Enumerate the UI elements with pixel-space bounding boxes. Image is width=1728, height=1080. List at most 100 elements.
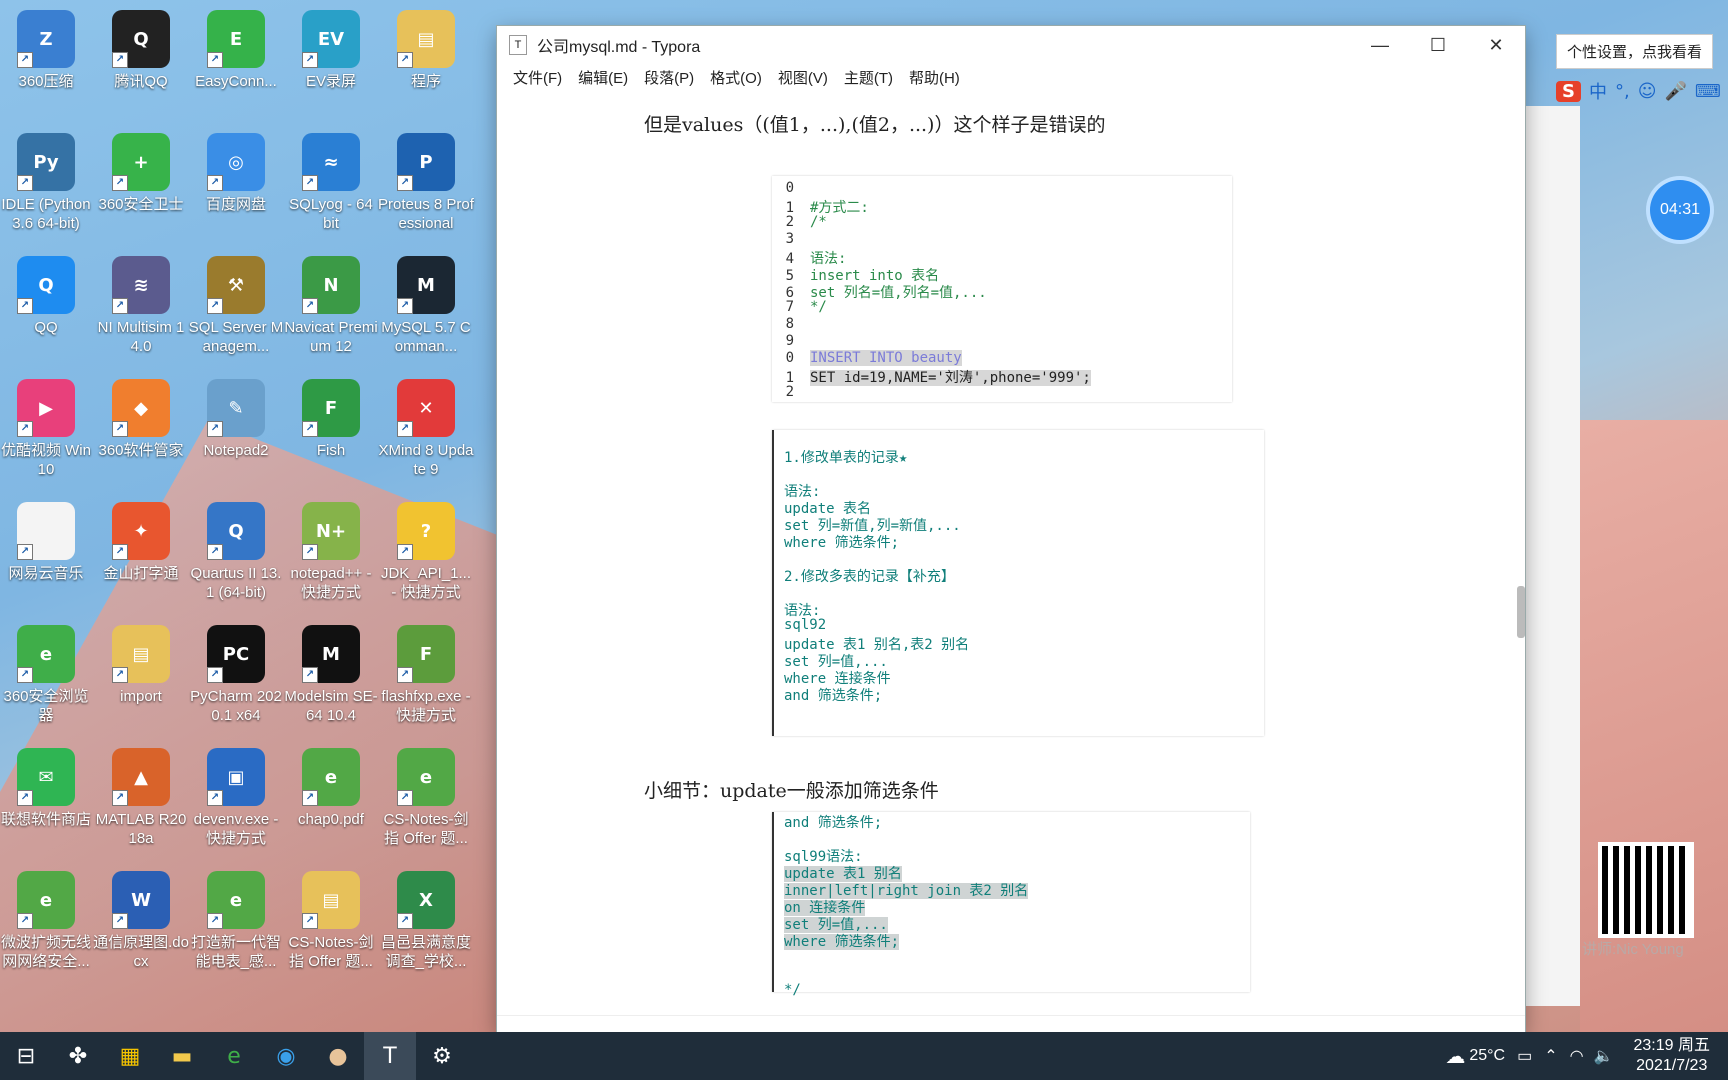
desktop-app-icon: F ↗ (397, 625, 455, 683)
desktop-icon[interactable]: X ↗ 昌邑县满意度调查_学校... (378, 863, 474, 981)
desktop-icon[interactable]: ⚒ ↗ SQL Server Managem... (188, 248, 284, 366)
task-view-icon[interactable]: ⊟ (0, 1032, 52, 1080)
paragraph-values-note[interactable]: 但是values（(值1，...),(值2，...)）这个样子是错误的 (644, 110, 1105, 137)
code-image-insert: 0 1 #方式二: 2/* 3 4 语法: 5 insert into 表名 6 set 列名=值,… (772, 176, 1232, 402)
desktop-icon[interactable]: ◎ ↗ 百度网盘 (188, 125, 284, 243)
app-icon[interactable]: ● (312, 1032, 364, 1080)
desktop-icon[interactable]: Q ↗ QQ (0, 248, 94, 366)
desktop-icon[interactable]: ✉ ↗ 联想软件商店 (0, 740, 94, 858)
desktop-icon[interactable]: Z ↗ 360压缩 (0, 2, 94, 120)
menu-view[interactable]: 视图(V) (778, 67, 828, 88)
typora-app-icon: T (509, 35, 527, 55)
desktop-icon[interactable]: e ↗ 微波扩频无线网网络安全... (0, 863, 94, 981)
desktop-icon[interactable]: Py ↗ IDLE (Python 3.6 64-bit) (0, 125, 94, 243)
desktop-icon[interactable]: M ↗ Modelsim SE-64 10.4 (283, 617, 379, 735)
battery-icon[interactable]: ▭ (1517, 1046, 1532, 1066)
desktop-icon[interactable]: ▤ ↗ import (93, 617, 189, 735)
desktop-icon[interactable]: ✕ ↗ XMind 8 Update 9 (378, 371, 474, 489)
desktop-icon[interactable]: ✦ ↗ 金山打字通 (93, 494, 189, 612)
desktop-icon[interactable]: ≈ ↗ SQLyog - 64 bit (283, 125, 379, 243)
desktop-icon-label: notepad++ - 快捷方式 (290, 565, 372, 601)
maximize-button[interactable]: ☐ (1409, 26, 1467, 64)
desktop-icon[interactable]: M ↗ MySQL 5.7 Comman... (378, 248, 474, 366)
title-bar[interactable]: T 公司mysql.md - Typora — ☐ ✕ (497, 26, 1525, 64)
show-hidden-icons[interactable]: ⌃ (1544, 1046, 1557, 1066)
editor-scrollbar[interactable] (1517, 586, 1525, 638)
recording-timer[interactable]: 04:31 (1650, 180, 1710, 240)
weather-temp[interactable]: 25°C (1469, 1047, 1505, 1065)
code-line: where 连接条件 (784, 671, 891, 687)
volume-icon[interactable]: 🔈 (1594, 1046, 1614, 1066)
desktop-icon-label: CS-Notes-剑指 Offer 题... (383, 811, 469, 847)
desktop-icon[interactable]: ↗ 网易云音乐 (0, 494, 94, 612)
desktop-icon[interactable]: Q ↗ Quartus II 13.1 (64-bit) (188, 494, 284, 612)
desktop-icon-label: EV录屏 (305, 73, 356, 90)
desktop-icon-label: Modelsim SE-64 10.4 (284, 688, 378, 724)
desktop-icon[interactable]: ✎ ↗ Notepad2 (188, 371, 284, 489)
desktop-icon[interactable]: ▣ ↗ devenv.exe - 快捷方式 (188, 740, 284, 858)
ime-tooltip[interactable]: 个性设置，点我看看 (1556, 34, 1714, 69)
desktop-icon-label: 昌邑县满意度调查_学校... (380, 934, 471, 970)
emoji-icon[interactable]: ☺ (1638, 81, 1657, 102)
desktop-icon-label: 360压缩 (18, 73, 74, 90)
desktop-icon[interactable]: ≋ ↗ NI Multisim 14.0 (93, 248, 189, 366)
pinwheel-icon[interactable]: ✤ (52, 1032, 104, 1080)
close-button[interactable]: ✕ (1467, 26, 1525, 64)
shortcut-arrow-icon: ↗ (302, 298, 318, 314)
ime-mode[interactable]: 中 (1589, 78, 1607, 104)
desktop-icon[interactable]: ▤ ↗ CS-Notes-剑指 Offer 题... (283, 863, 379, 981)
desktop-icon[interactable]: + ↗ 360安全卫士 (93, 125, 189, 243)
desktop-icon[interactable]: ? ↗ JDK_API_1... - 快捷方式 (378, 494, 474, 612)
cloud-icon[interactable]: ☁ (1445, 1044, 1465, 1069)
desktop-icon[interactable]: e ↗ CS-Notes-剑指 Offer 题... (378, 740, 474, 858)
ime-toolbar[interactable]: S 中 °, ☺ 🎤 ⌨ (1556, 76, 1721, 106)
menu-paragraph[interactable]: 段落(P) (644, 67, 694, 88)
desktop-icon[interactable]: ▶ ↗ 优酷视频 Win10 (0, 371, 94, 489)
desktop-icon[interactable]: E ↗ EasyConn... (188, 2, 284, 120)
code-line: sql99语法: (784, 846, 1250, 865)
desktop-app-icon: ◆ ↗ (112, 379, 170, 437)
keyboard-icon[interactable]: ⌨ (1695, 81, 1721, 102)
desktop-icon[interactable]: N+ ↗ notepad++ - 快捷方式 (283, 494, 379, 612)
shortcut-arrow-icon: ↗ (397, 913, 413, 929)
menu-file[interactable]: 文件(F) (513, 67, 562, 88)
shortcut-arrow-icon: ↗ (397, 790, 413, 806)
desktop-icon[interactable]: e ↗ 360安全浏览器 (0, 617, 94, 735)
code-text: where 筛选条件; (784, 934, 900, 950)
menu-edit[interactable]: 编辑(E) (578, 67, 628, 88)
desktop-icon[interactable]: W ↗ 通信原理图.docx (93, 863, 189, 981)
settings-icon[interactable]: ⚙ (416, 1032, 468, 1080)
menu-help[interactable]: 帮助(H) (909, 67, 960, 88)
sogou-icon[interactable]: S (1556, 80, 1581, 102)
typora-taskbar-icon[interactable]: T (364, 1032, 416, 1080)
multisim-taskbar-icon[interactable]: ▦ (104, 1032, 156, 1080)
menu-format[interactable]: 格式(O) (710, 67, 762, 88)
paragraph-update-tip[interactable]: 小细节：update一般添加筛选条件 (644, 776, 939, 803)
desktop-icon[interactable]: ◆ ↗ 360软件管家 (93, 371, 189, 489)
desktop-icon[interactable]: EV ↗ EV录屏 (283, 2, 379, 120)
menu-theme[interactable]: 主题(T) (844, 67, 893, 88)
microphone-icon[interactable]: 🎤 (1664, 81, 1686, 102)
shortcut-arrow-icon: ↗ (397, 52, 413, 68)
desktop-icon[interactable]: Q ↗ 腾讯QQ (93, 2, 189, 120)
desktop-icon[interactable]: e ↗ chap0.pdf (283, 740, 379, 858)
desktop-icon[interactable]: ▲ ↗ MATLAB R2018a (93, 740, 189, 858)
desktop-icon[interactable]: F ↗ flashfxp.exe - 快捷方式 (378, 617, 474, 735)
desktop-icon[interactable]: e ↗ 打造新一代智能电表_感... (188, 863, 284, 981)
desktop-icon[interactable]: ▤ ↗ 程序 (378, 2, 474, 120)
editor-content[interactable]: 但是values（(值1，...),(值2，...)）这个样子是错误的 0 1 #方… (497, 96, 1525, 1016)
code-text: set 列名=值,列名=值,... (810, 285, 987, 301)
wifi-icon[interactable]: ◠ (1570, 1046, 1584, 1066)
desktop-icon[interactable]: F ↗ Fish (283, 371, 379, 489)
punctuation-icon[interactable]: °, (1615, 81, 1630, 102)
desktop-icon[interactable]: P ↗ Proteus 8 Professional (378, 125, 474, 243)
desktop-app-icon: ✉ ↗ (17, 748, 75, 806)
minimize-button[interactable]: — (1351, 26, 1409, 64)
browser-360-icon[interactable]: e (208, 1032, 260, 1080)
clock[interactable]: 23:19 周五 2021/7/23 (1634, 1036, 1711, 1076)
desktop-icon[interactable]: N ↗ Navicat Premium 12 (283, 248, 379, 366)
edge-icon[interactable]: ◉ (260, 1032, 312, 1080)
file-explorer-icon[interactable]: ▬ (156, 1032, 208, 1080)
code-line: 3 (772, 231, 1232, 248)
desktop-icon[interactable]: PC ↗ PyCharm 2020.1 x64 (188, 617, 284, 735)
